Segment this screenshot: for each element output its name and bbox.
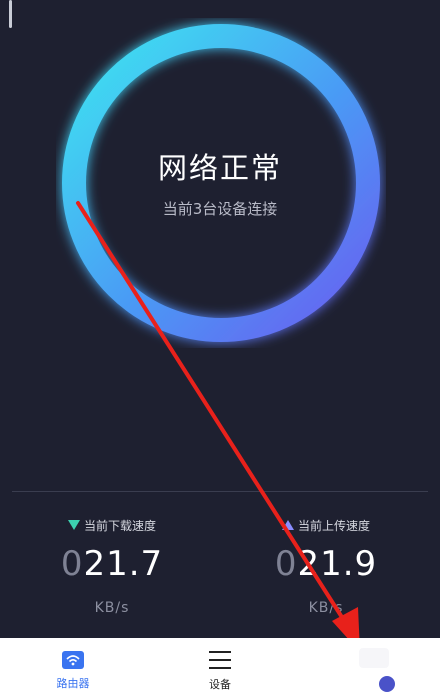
divider <box>12 491 428 492</box>
download-speed-label: 当前下载速度 <box>83 518 156 533</box>
nav-item-devices[interactable]: 设备 <box>147 638 293 700</box>
triangle-up-icon <box>281 520 294 530</box>
upload-speed-number: 21.9 <box>297 544 378 584</box>
triangle-down-icon <box>67 520 80 530</box>
nav-item-me[interactable] <box>294 638 440 700</box>
network-status-title: 网络正常 <box>157 151 282 185</box>
nav-me-highlight <box>359 648 389 668</box>
menu-icon <box>209 650 231 670</box>
download-speed-value: 021.7 <box>2 542 222 586</box>
download-speed-lead-digit: 0 <box>60 544 84 584</box>
nav-item-router[interactable]: 路由器 <box>0 638 146 700</box>
bottom-nav-bar: 路由器 设备 <box>0 638 440 700</box>
status-indicator <box>9 0 12 28</box>
download-speed-unit: KB/s <box>94 600 130 616</box>
nav-label-devices: 设备 <box>209 678 231 691</box>
download-speed-panel: 当前下载速度 021.7 KB/s <box>2 516 222 617</box>
upload-speed-lead-digit: 0 <box>274 544 298 584</box>
upload-speed-panel: 当前上传速度 021.9 KB/s <box>216 516 436 617</box>
upload-speed-value: 021.9 <box>216 542 436 586</box>
router-wifi-icon <box>62 651 84 669</box>
status-bar <box>0 0 18 40</box>
connected-devices-count: 当前3台设备连接 <box>162 200 278 218</box>
upload-speed-label: 当前上传速度 <box>297 518 370 533</box>
nav-label-router: 路由器 <box>56 677 90 690</box>
me-icon <box>379 676 395 692</box>
upload-speed-unit: KB/s <box>308 600 344 616</box>
download-speed-number: 21.7 <box>83 544 164 584</box>
